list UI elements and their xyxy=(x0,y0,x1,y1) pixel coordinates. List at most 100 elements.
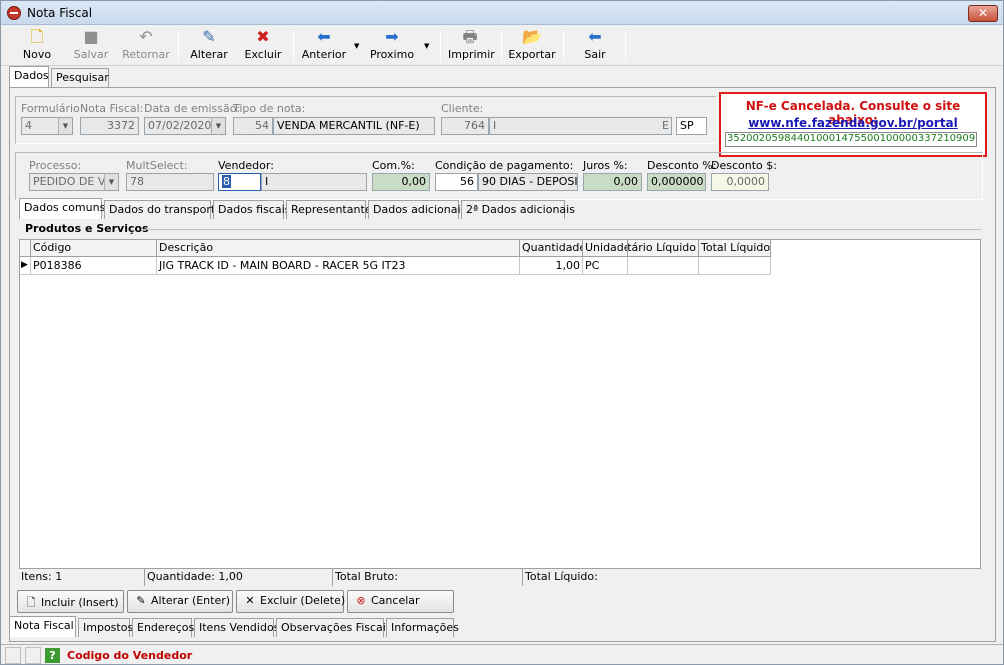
tab-nota-fiscal[interactable]: Nota Fiscal xyxy=(9,616,76,637)
portal-link[interactable]: www.nfe.fazenda.gov.br/portal xyxy=(721,116,985,130)
table-cell[interactable]: P018386 xyxy=(31,257,157,275)
delete-icon: ✕ xyxy=(245,594,255,607)
toolbar-separator xyxy=(563,30,564,62)
tab-pesquisar[interactable]: Pesquisar xyxy=(51,68,109,87)
folder-export-icon: 📂 xyxy=(522,27,542,46)
cancel-icon: ⊗ xyxy=(356,594,366,607)
edit-button[interactable]: ✎ Alterar xyxy=(187,28,231,64)
title-bar: Nota Fiscal ✕ xyxy=(1,1,1003,25)
delete-icon: ✖ xyxy=(256,27,270,46)
tab-representante[interactable]: Representante xyxy=(286,200,372,219)
data-emissao-field[interactable]: 07/02/2020 ▼ xyxy=(144,117,226,135)
exit-button[interactable]: ⬅ Sair xyxy=(573,28,617,64)
toolbar-separator xyxy=(178,30,179,62)
incluir-button[interactable]: 🗋 Incluir (Insert) xyxy=(17,590,124,613)
cancelar-button[interactable]: ⊗ Cancelar xyxy=(347,590,454,613)
nfe-canceled-notice: NF-e Cancelada. Consulte o site abaixo: … xyxy=(719,92,987,157)
current-row-icon: ▶ xyxy=(20,257,31,275)
section-divider xyxy=(141,229,981,230)
new-document-icon: 🗋 xyxy=(26,596,36,609)
total-liquido: Total Líquido: xyxy=(525,570,598,583)
tipo-nota-field[interactable]: VENDA MERCANTIL (NF-E) xyxy=(273,117,435,135)
vendedor-name-field[interactable]: I xyxy=(261,173,367,191)
condicao-field[interactable]: 90 DIAS - DEPOSIT xyxy=(478,173,578,191)
vendedor-code[interactable]: 8 xyxy=(218,173,261,191)
edit-icon: ✎ xyxy=(136,594,146,607)
delete-button[interactable]: ✖ Excluir xyxy=(241,28,285,64)
data-emissao-label: Data de emissão: xyxy=(144,102,241,115)
new-button[interactable]: 🗋 Novo xyxy=(15,28,59,64)
next-dropdown-icon[interactable]: ▼ xyxy=(424,42,429,50)
column-header[interactable]: nitário Líquido xyxy=(628,240,699,257)
column-header[interactable]: Unidade xyxy=(583,240,628,257)
desconto-val-field[interactable]: 0,0000 xyxy=(711,173,769,191)
tab-dados-fiscais[interactable]: Dados fiscais xyxy=(213,200,290,219)
cliente-label: Cliente: xyxy=(441,102,484,115)
section-title: Produtos e Serviços xyxy=(25,222,149,235)
multselect-label: MultSelect: xyxy=(126,159,188,172)
multselect-field[interactable]: 78 xyxy=(126,173,214,191)
tab-itens-vendidos[interactable]: Itens Vendidos xyxy=(194,618,279,637)
print-button[interactable]: 🖶 Imprimir xyxy=(448,27,495,64)
alterar-button[interactable]: ✎ Alterar (Enter) xyxy=(127,590,233,613)
cliente-name-field[interactable]: IE xyxy=(489,117,672,135)
next-button[interactable]: ➡ Proximo xyxy=(369,28,415,64)
desconto-val-label: Desconto $: xyxy=(711,159,777,172)
table-cell[interactable]: JIG TRACK ID - MAIN BOARD - RACER 5G IT2… xyxy=(157,257,520,275)
grid-summary-bar: Itens: 1 Quantidade: 1,00 Total Bruto: T… xyxy=(19,568,981,586)
save-icon: ■ xyxy=(83,27,99,46)
save-button[interactable]: ■ Salvar xyxy=(69,28,113,64)
excluir-button[interactable]: ✕ Excluir (Delete) xyxy=(236,590,345,613)
condicao-pagamento-label: Condição de pagamento: xyxy=(435,159,574,172)
chevron-down-icon: ▼ xyxy=(104,174,118,190)
juros-field[interactable]: 0,00 xyxy=(583,173,642,191)
cliente-code[interactable]: 764 xyxy=(441,117,489,135)
column-header[interactable]: Descrição xyxy=(157,240,520,257)
export-button[interactable]: 📂 Exportar xyxy=(508,28,556,64)
comissao-label: Com.%: xyxy=(372,159,415,172)
formulario-select[interactable]: 4 ▼ xyxy=(21,117,73,135)
toolbar: 🗋 Novo ■ Salvar ↶ Retornar ✎ Alterar ✖ Exclui… xyxy=(1,26,1003,66)
previous-dropdown-icon[interactable]: ▼ xyxy=(354,42,359,50)
tab-informacoes[interactable]: Informações xyxy=(386,618,459,637)
status-message: Codigo do Vendedor xyxy=(67,649,193,662)
tab-enderecos[interactable]: Endereços xyxy=(132,618,194,637)
table-cell[interactable]: 1,00 xyxy=(520,257,583,275)
access-key-field[interactable]: 3520020598440100014755001000003372109091… xyxy=(725,132,977,147)
row-indicator-header xyxy=(20,240,31,257)
tab-dados[interactable]: Dados xyxy=(9,66,49,87)
tab-impostos[interactable]: Impostos xyxy=(78,618,133,637)
column-header[interactable]: Quantidade xyxy=(520,240,583,257)
status-bar: ? Codigo do Vendedor xyxy=(1,644,1003,664)
column-header[interactable]: Código xyxy=(31,240,157,257)
return-button[interactable]: ↶ Retornar xyxy=(121,28,171,64)
tab-dados-adicionais[interactable]: Dados adicionais xyxy=(368,200,466,219)
table-cell[interactable]: PC xyxy=(583,257,628,275)
products-grid: Código Descrição Quantidade Unidade nitá… xyxy=(19,239,981,569)
column-header[interactable]: Total Líquido xyxy=(699,240,771,257)
tab-dados-transporte[interactable]: Dados do transporte xyxy=(104,200,222,219)
desconto-pct-field[interactable]: 0,000000 xyxy=(647,173,706,191)
cliente-suffix: E xyxy=(662,119,669,132)
uf-field[interactable]: SP xyxy=(676,117,707,135)
printer-icon: 🖶 xyxy=(462,27,478,46)
chevron-down-icon: ▼ xyxy=(58,118,72,134)
window-title: Nota Fiscal xyxy=(27,6,93,20)
processo-select[interactable]: PEDIDO DE V ▼ xyxy=(29,173,119,191)
toolbar-separator xyxy=(293,30,294,62)
desconto-pct-label: Desconto %: xyxy=(647,159,717,172)
close-button[interactable]: ✕ xyxy=(968,5,998,22)
nota-fiscal-field[interactable]: 3372 xyxy=(80,117,139,135)
table-cell[interactable] xyxy=(628,257,699,275)
tab-observacoes-fiscais[interactable]: Observações Fiscais xyxy=(276,618,392,637)
tipo-nota-code[interactable]: 54 xyxy=(233,117,273,135)
table-cell[interactable] xyxy=(699,257,771,275)
help-icon[interactable]: ? xyxy=(45,648,60,663)
tab-dados-comuns[interactable]: Dados comuns xyxy=(19,198,105,219)
condicao-code[interactable]: 56 xyxy=(435,173,478,191)
status-panel xyxy=(25,647,41,664)
tab-2-dados-adicionais[interactable]: 2ª Dados adicionais xyxy=(461,200,575,219)
arrow-left-icon: ⬅ xyxy=(317,27,331,46)
comissao-field[interactable]: 0,00 xyxy=(372,173,430,191)
previous-button[interactable]: ⬅ Anterior xyxy=(301,28,347,64)
